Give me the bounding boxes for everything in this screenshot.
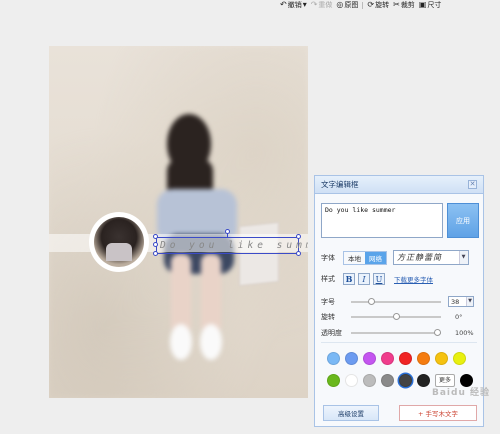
chevron-down-icon[interactable]: ▾ [303,1,307,9]
color-swatch[interactable] [381,374,394,387]
overlay-text: Do you like summer [160,240,308,251]
font-label: 字体 [321,253,335,262]
color-swatch[interactable] [327,352,340,365]
font-source-web[interactable]: 网络 [365,251,386,264]
opacity-value: 100% [455,329,474,337]
opacity-label: 透明度 [321,329,342,337]
rotation-label: 旋转 [321,313,335,321]
avatar [94,217,144,267]
original-icon: ◎ [336,0,344,9]
color-swatch[interactable] [453,352,466,365]
opacity-slider-knob[interactable] [434,329,441,336]
close-icon[interactable]: ✕ [468,180,477,189]
size-select-value: 38 [451,297,460,306]
size-slider-knob[interactable] [367,297,375,305]
resize-button[interactable]: ▣ 尺寸 [419,0,442,10]
advanced-settings-button[interactable]: 高级设置 [323,405,379,421]
rotation-row: 旋转 0° [321,312,462,322]
color-swatch[interactable] [345,374,358,387]
redo-label: 重做 [318,1,333,9]
opacity-slider[interactable] [351,329,441,336]
photo-canvas[interactable]: Do you like summer [49,46,308,398]
original-button[interactable]: ◎ 原图 [336,0,358,10]
bold-button[interactable]: B [343,273,355,285]
resize-handle-top-left[interactable] [153,234,158,239]
color-swatch[interactable] [435,352,448,365]
color-swatch[interactable] [345,352,358,365]
rotation-slider[interactable] [351,313,441,320]
redo-button[interactable]: ↷ 重做 [311,0,333,10]
resize-label: 尺寸 [427,1,442,9]
crop-icon: ✂ [393,0,400,9]
color-swatch[interactable] [399,374,412,387]
redo-icon: ↷ [310,0,318,9]
chevron-down-icon: ▼ [466,297,473,306]
chevron-down-icon: ▼ [459,251,468,264]
original-label: 原图 [344,1,359,9]
font-source-toggle: 本地 网络 [343,250,387,265]
text-selection-box[interactable]: Do you like summer [156,237,308,254]
resize-handle-top-right[interactable] [296,234,301,239]
text-input[interactable] [321,203,443,238]
resize-icon: ▣ [418,0,427,9]
italic-button[interactable]: I [358,273,370,285]
download-fonts-link[interactable]: 下载更多字体 [394,274,433,284]
font-row: 字体 本地 网络 方正静蕾简 ▼ [321,250,469,265]
toolbar-divider [362,1,364,9]
rotate-button[interactable]: ⟳ 旋转 [367,0,389,10]
color-swatch[interactable] [399,352,412,365]
underline-button[interactable]: U [373,273,385,285]
crop-label: 裁剪 [400,1,415,9]
avatar-frame[interactable] [89,212,149,272]
rotate-icon: ⟳ [367,0,375,9]
opacity-row: 透明度 100% [321,328,474,338]
watermark-logo: Baidu 经验 [432,388,491,398]
color-swatch[interactable] [363,374,376,387]
rotate-handle[interactable] [225,229,230,234]
resize-handle-bottom-right[interactable] [296,251,301,256]
panel-divider [321,342,477,343]
style-row: 样式 B I U 下载更多字体 [321,273,433,285]
panel-title: 文字编辑框 [321,180,359,189]
size-select[interactable]: 38 ▼ [448,296,474,307]
undo-button[interactable]: ↶ 撤销 ▾ [280,0,307,10]
top-toolbar: ↶ 撤销 ▾ ↷ 重做 ◎ 原图 ⟳ 旋转 ✂ 裁剪 ▣ 尺寸 [280,0,500,10]
color-swatch[interactable] [381,352,394,365]
panel-header: 文字编辑框 ✕ [315,176,483,194]
crop-button[interactable]: ✂ 裁剪 [393,0,415,10]
color-swatch[interactable] [327,374,340,387]
rotation-value: 0° [455,313,463,321]
color-swatch[interactable] [417,352,430,365]
font-select[interactable]: 方正静蕾简 ▼ [393,250,469,265]
undo-label: 撤销 [287,1,302,9]
undo-icon: ↶ [280,0,287,9]
color-swatch[interactable] [417,374,430,387]
color-row-1 [327,352,466,365]
add-text-button[interactable]: + 手写木文字 [399,405,477,421]
font-source-local[interactable]: 本地 [344,252,365,264]
font-select-value: 方正静蕾简 [397,253,442,262]
size-row: 字号 38 ▼ [321,296,474,307]
color-swatch[interactable] [363,352,376,365]
style-label: 样式 [321,275,335,283]
rotation-slider-knob[interactable] [392,313,400,320]
rotate-label: 旋转 [375,1,390,9]
size-slider[interactable] [351,297,441,305]
apply-button[interactable]: 应用 [447,203,479,238]
size-label: 字号 [321,297,335,306]
resize-handle-bottom-left[interactable] [153,251,158,256]
resize-handle-left[interactable] [153,242,158,247]
paper-bag [239,221,279,287]
